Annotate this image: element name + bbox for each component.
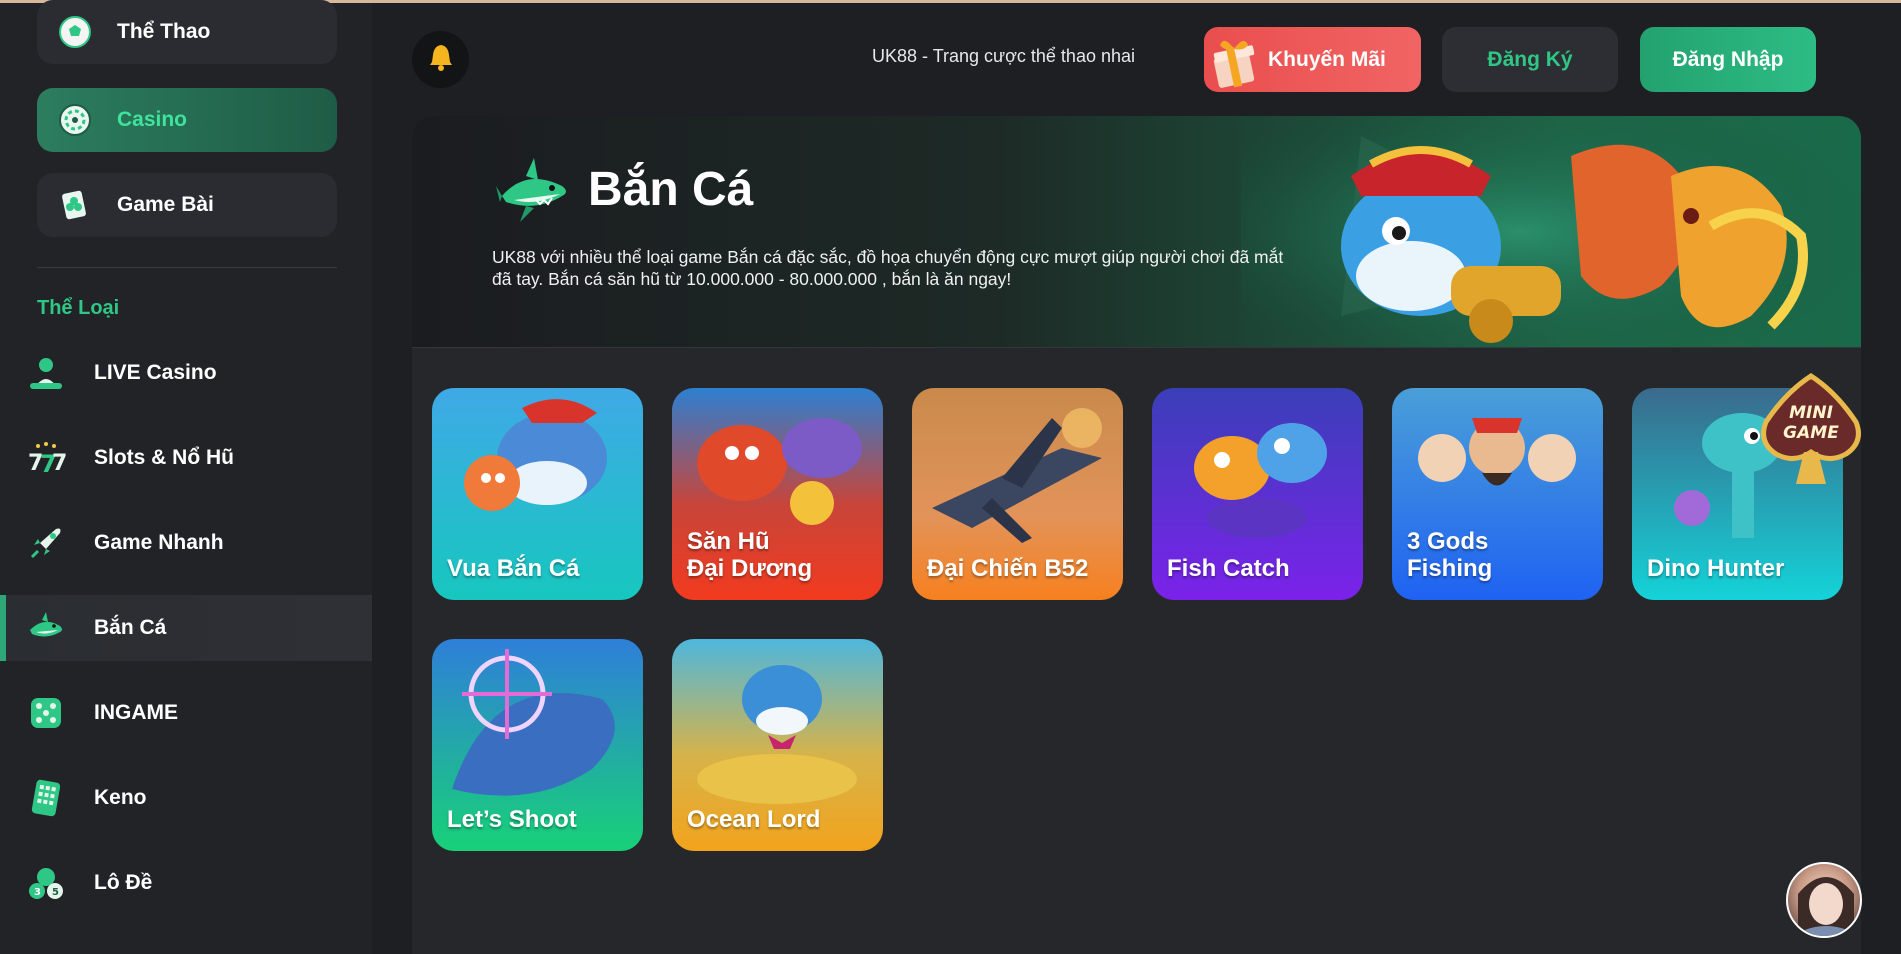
support-avatar[interactable] <box>1786 862 1862 938</box>
game-title: Đại Chiến B52 <box>927 555 1089 582</box>
sidebar-item-label: Bắn Cá <box>94 616 167 639</box>
game-card[interactable]: Vua Bắn Cá <box>432 388 643 600</box>
svg-text:5: 5 <box>52 887 59 898</box>
game-card[interactable]: Đại Chiến B52 <box>912 388 1123 600</box>
game-card[interactable]: Ocean Lord <box>672 639 883 851</box>
sidebar-item-label: Slots & Nổ Hũ <box>94 446 234 469</box>
main-panel: Bắn Cá UK88 với nhiều thể loại game Bắn … <box>412 116 1861 954</box>
category-banner: Bắn Cá UK88 với nhiều thể loại game Bắn … <box>412 116 1861 348</box>
banner-illustration <box>1241 116 1861 348</box>
game-title: Săn Hũ Đại Dương <box>687 528 813 582</box>
sidebar-item-label: LIVE Casino <box>94 361 217 384</box>
sidebar-item-game-bai[interactable]: Game Bài <box>37 173 337 237</box>
sidebar-item-game-nhanh[interactable]: Game Nhanh <box>0 510 372 576</box>
shark-icon <box>496 156 572 226</box>
promotion-button[interactable]: Khuyến Mãi <box>1204 27 1421 92</box>
sidebar-item-label: INGAME <box>94 701 178 724</box>
sidebar-item-label: Casino <box>117 108 188 131</box>
slot-777-icon: 777 <box>26 438 66 478</box>
sidebar-item-label: Keno <box>94 786 147 809</box>
category-description: UK88 với nhiều thể loại game Bắn cá đặc … <box>492 247 1284 289</box>
game-title: 3 Gods Fishing <box>1407 528 1493 582</box>
rocket-icon <box>26 523 66 563</box>
shark-icon <box>26 608 66 648</box>
svg-text:7: 7 <box>52 451 66 476</box>
game-card[interactable]: Săn Hũ Đại Dương <box>672 388 883 600</box>
sidebar-item-keno[interactable]: Keno <box>0 765 372 831</box>
game-title: Ocean Lord <box>687 806 821 833</box>
game-title: Fish Catch <box>1167 555 1290 582</box>
login-button[interactable]: Đăng Nhập <box>1640 27 1816 92</box>
sidebar-item-label: Thể Thao <box>117 20 211 43</box>
svg-text:3: 3 <box>34 887 41 898</box>
sidebar-divider <box>37 267 337 268</box>
roulette-wheel-icon <box>57 102 93 138</box>
register-button[interactable]: Đăng Ký <box>1442 27 1618 92</box>
game-card[interactable]: 3 Gods Fishing <box>1392 388 1603 600</box>
sidebar-item-live-casino[interactable]: LIVE Casino <box>0 340 372 406</box>
soccer-ball-icon <box>57 14 93 50</box>
sidebar-item-slots[interactable]: 777 Slots & Nổ Hũ <box>0 425 372 491</box>
sidebar-item-casino[interactable]: Casino <box>37 88 337 152</box>
mini-game-button[interactable]: MINI GAME <box>1756 372 1866 492</box>
sidebar-item-label: Game Nhanh <box>94 531 224 554</box>
gift-icon <box>1208 33 1262 89</box>
lottery-balls-icon: 35 <box>26 863 66 903</box>
live-dealer-icon <box>26 353 66 393</box>
keno-board-icon <box>26 778 66 818</box>
page-title: Bắn Cá <box>588 163 754 216</box>
sidebar-item-ban-ca[interactable]: Bắn Cá <box>0 595 372 661</box>
card-club-icon <box>57 187 93 223</box>
sidebar-item-the-thao[interactable]: Thể Thao <box>37 0 337 64</box>
game-title: Dino Hunter <box>1647 555 1785 582</box>
sidebar-item-label: Game Bài <box>117 193 214 216</box>
sidebar-item-label: Lô Đề <box>94 871 153 894</box>
promotion-label: Khuyến Mãi <box>1268 47 1386 71</box>
section-title: Thể Loại <box>37 297 120 319</box>
dice-icon <box>26 693 66 733</box>
game-title: Vua Bắn Cá <box>447 555 580 582</box>
sidebar-item-lo-de[interactable]: 35 Lô Đề <box>0 850 372 916</box>
sidebar: Thể Thao Casino Game Bài Thể Loại LIVE C… <box>0 0 372 954</box>
game-title: Let’s Shoot <box>447 806 577 833</box>
bell-icon <box>428 43 454 76</box>
mini-game-label: MINI GAME <box>1783 403 1839 443</box>
announcement-marquee: UK88 - Trang cược thể thao nhai <box>872 46 1135 66</box>
game-card[interactable]: Fish Catch <box>1152 388 1363 600</box>
game-card[interactable]: Let’s Shoot <box>432 639 643 851</box>
sidebar-item-ingame[interactable]: INGAME <box>0 680 372 746</box>
notification-bell[interactable] <box>412 31 469 88</box>
